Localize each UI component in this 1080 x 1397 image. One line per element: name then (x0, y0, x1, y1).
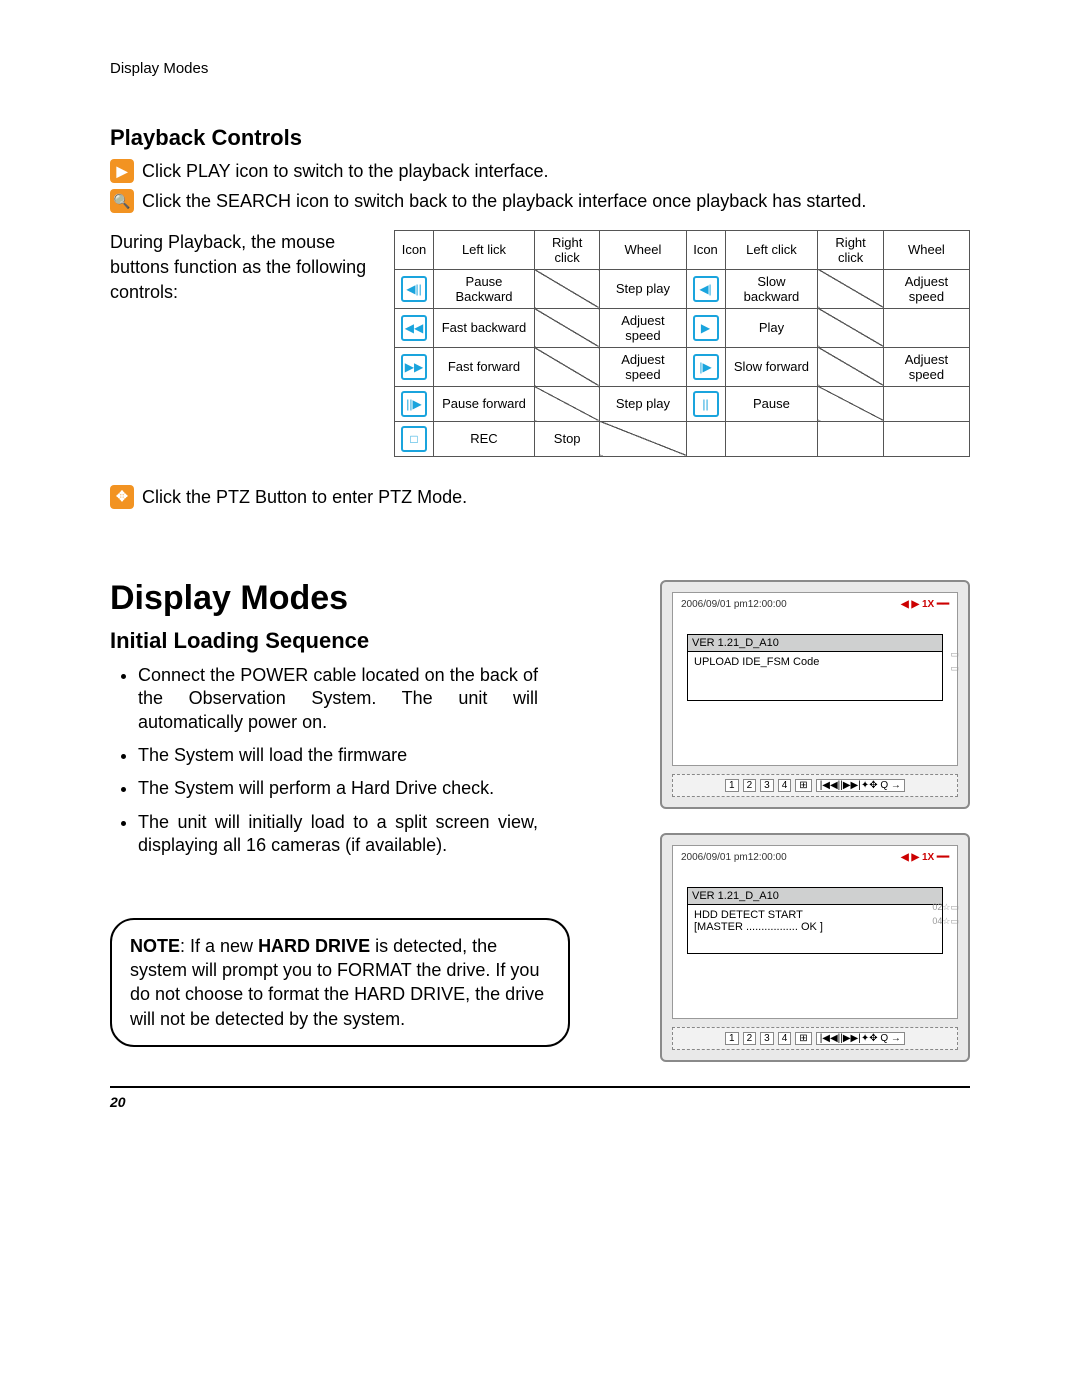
control-icon: ◀| (693, 276, 719, 302)
th-leftclick-b: Left click (725, 230, 818, 269)
table-cell (818, 308, 883, 347)
th-wheel-b: Wheel (883, 230, 969, 269)
table-cell (534, 386, 599, 421)
table-cell: Pause forward (434, 386, 535, 421)
table-cell (725, 421, 818, 456)
table-cell: Adjuest speed (600, 308, 686, 347)
th-rightclick-a: Right click (534, 230, 599, 269)
initial-loading-heading: Initial Loading Sequence (110, 628, 642, 654)
table-cell: Adjuest speed (883, 347, 969, 386)
monitor-buttons: 1234⊞ |◀◀||▶▶|✦✥ Q → (672, 774, 958, 797)
footer-rule (110, 1086, 970, 1088)
monitor-firmware: 2006/09/01 pm12:00:00 ◀ ▶ 1X ━━ ▭▭ VER 1… (660, 580, 970, 809)
table-cell (818, 269, 883, 308)
page-number: 20 (110, 1094, 970, 1110)
control-icon: || (693, 391, 719, 417)
note-box: NOTE: If a new HARD DRIVE is detected, t… (110, 918, 570, 1047)
table-cell: ||▶ (395, 386, 434, 421)
list-item: The System will load the firmware (138, 744, 538, 767)
monitor-speed-indicator: ◀ ▶ 1X ━━ (901, 852, 949, 863)
search-instruction: Click the SEARCH icon to switch back to … (142, 189, 866, 213)
control-icon: |▶ (693, 354, 719, 380)
th-wheel-a: Wheel (600, 230, 686, 269)
monitor-speed-indicator: ◀ ▶ 1X ━━ (901, 599, 949, 610)
table-cell: Adjuest speed (883, 269, 969, 308)
ptz-instruction: Click the PTZ Button to enter PTZ Mode. (142, 485, 467, 509)
table-cell: Step play (600, 269, 686, 308)
table-cell (534, 347, 599, 386)
list-item: Connect the POWER cable located on the b… (138, 664, 538, 734)
table-cell (600, 421, 686, 456)
table-cell: Pause Backward (434, 269, 535, 308)
table-cell: ◀| (686, 269, 725, 308)
table-cell (686, 421, 725, 456)
dialog-title: VER 1.21_D_A10 (688, 888, 942, 905)
table-cell: Slow backward (725, 269, 818, 308)
table-cell (818, 347, 883, 386)
monitor-timestamp: 2006/09/01 pm12:00:00 (681, 599, 787, 610)
list-item: The System will perform a Hard Drive che… (138, 777, 538, 800)
dialog-title: VER 1.21_D_A10 (688, 635, 942, 652)
playback-controls-heading: Playback Controls (110, 125, 970, 151)
play-icon: ▶ (110, 159, 134, 183)
table-cell: Step play (600, 386, 686, 421)
table-cell: REC (434, 421, 535, 456)
table-cell: □ (395, 421, 434, 456)
table-cell (883, 421, 969, 456)
running-header: Display Modes (110, 60, 970, 77)
table-cell: ▶▶ (395, 347, 434, 386)
dialog-body: UPLOAD IDE_FSM Code (688, 652, 942, 700)
play-instruction: Click PLAY icon to switch to the playbac… (142, 159, 549, 183)
table-cell: || (686, 386, 725, 421)
table-cell (534, 269, 599, 308)
table-cell: ◀◀ (395, 308, 434, 347)
loading-sequence-list: Connect the POWER cable located on the b… (138, 664, 642, 858)
th-icon-a: Icon (395, 230, 434, 269)
monitor-timestamp: 2006/09/01 pm12:00:00 (681, 852, 787, 863)
control-icon: ▶▶ (401, 354, 427, 380)
th-icon-b: Icon (686, 230, 725, 269)
monitor-hdd: 2006/09/01 pm12:00:00 ◀ ▶ 1X ━━ 02☆▭04☆▭… (660, 833, 970, 1062)
control-icon: ||▶ (401, 391, 427, 417)
table-cell: ▶ (686, 308, 725, 347)
control-icon: □ (401, 426, 427, 452)
monitor-buttons: 1234⊞ |◀◀||▶▶|✦✥ Q → (672, 1027, 958, 1050)
monitor-side-icons: 02☆▭04☆▭ (932, 900, 959, 929)
table-cell: Play (725, 308, 818, 347)
list-item: The unit will initially load to a split … (138, 811, 538, 858)
mouse-controls-table: Icon Left lick Right click Wheel Icon Le… (394, 230, 970, 457)
table-cell: |▶ (686, 347, 725, 386)
table-cell: Stop (534, 421, 599, 456)
control-icon: ◀◀ (401, 315, 427, 341)
table-cell: Adjuest speed (600, 347, 686, 386)
control-icon: ◀|| (401, 276, 427, 302)
table-cell (818, 386, 883, 421)
table-cell: Fast forward (434, 347, 535, 386)
search-icon: 🔍 (110, 189, 134, 213)
table-cell: Slow forward (725, 347, 818, 386)
table-cell: Pause (725, 386, 818, 421)
th-leftclick-a: Left lick (434, 230, 535, 269)
table-cell (534, 308, 599, 347)
table-cell: Fast backward (434, 308, 535, 347)
table-cell (883, 386, 969, 421)
table-cell (818, 421, 883, 456)
table-cell (883, 308, 969, 347)
monitor-side-icons: ▭▭ (950, 647, 959, 676)
control-icon: ▶ (693, 315, 719, 341)
dialog-body: HDD DETECT START [MASTER ...............… (688, 905, 942, 953)
th-rightclick-b: Right click (818, 230, 883, 269)
table-cell: ◀|| (395, 269, 434, 308)
ptz-icon: ✥ (110, 485, 134, 509)
mouse-intro-text: During Playback, the mouse buttons funct… (110, 230, 370, 306)
